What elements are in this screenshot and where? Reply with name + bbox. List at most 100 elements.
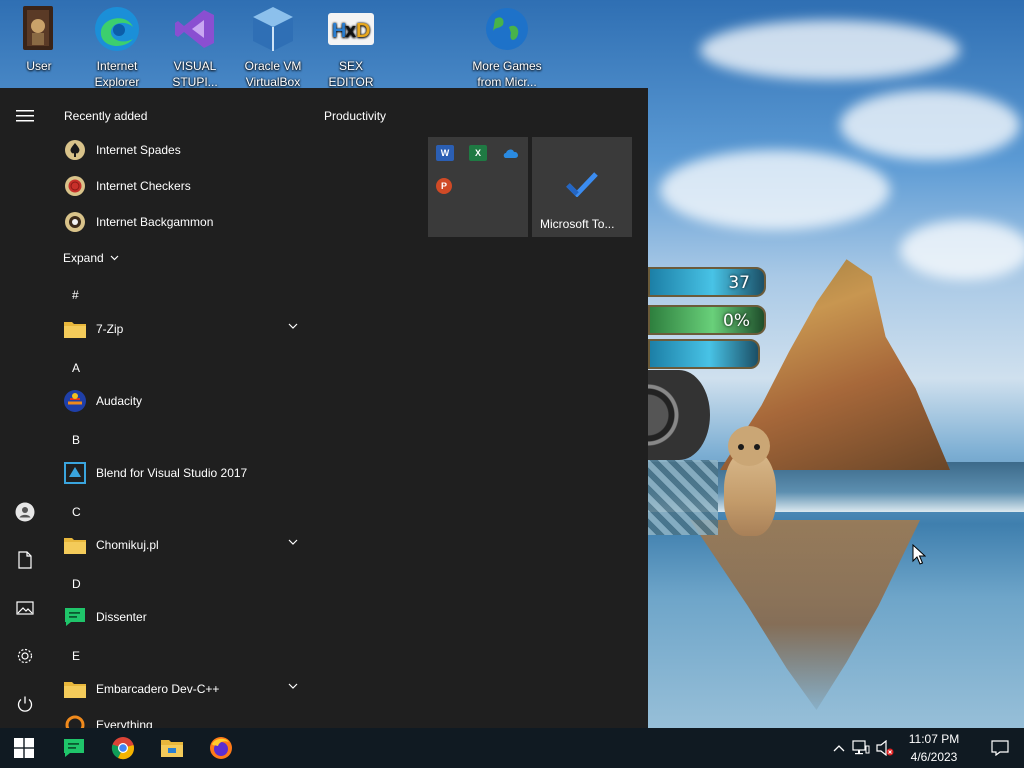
app-embarcadero-folder[interactable]: Embarcadero Dev-C++	[50, 671, 312, 707]
letter-heading-a[interactable]: A	[72, 361, 80, 375]
gear-icon	[17, 648, 33, 664]
spades-icon	[63, 138, 87, 162]
clock-date: 4/6/2023	[910, 750, 958, 764]
powerpoint-icon[interactable]: P	[436, 178, 452, 194]
desktop-icon-label: More Games	[472, 59, 542, 73]
mouse-cursor-icon	[912, 544, 926, 565]
hamburger-icon	[16, 110, 34, 122]
expand-recent-button[interactable]: Expand	[63, 248, 119, 268]
account-button[interactable]	[0, 490, 50, 534]
taskbar-dissenter[interactable]	[50, 728, 98, 768]
notification-icon	[991, 740, 1009, 756]
letter-heading-hash[interactable]: #	[72, 288, 79, 302]
hxd-icon: HxD	[326, 4, 376, 54]
app-internet-checkers[interactable]: Internet Checkers	[50, 168, 312, 204]
excel-icon[interactable]: X	[469, 145, 487, 161]
desktop-icon-internet-explorer[interactable]: Internet Explorer	[78, 4, 156, 90]
checkmark-icon	[566, 172, 598, 197]
tile-label: Microsoft To...	[540, 217, 615, 231]
app-name: Dissenter	[96, 610, 147, 624]
app-name: Embarcadero Dev-C++	[96, 682, 220, 696]
hamburger-menu-button[interactable]	[0, 94, 50, 138]
desktop-icon-visual-studio[interactable]: VISUAL STUPI...	[156, 4, 234, 90]
app-name: Audacity	[96, 394, 143, 408]
tile-group-title[interactable]: Productivity	[324, 109, 386, 123]
app-everything[interactable]: Everything	[50, 707, 312, 728]
dissenter-icon	[64, 739, 84, 757]
tiles-area: Productivity W X P Microsoft To...	[312, 88, 648, 728]
visual-studio-icon	[170, 4, 220, 54]
everything-icon	[63, 713, 87, 728]
blend-icon	[63, 461, 87, 485]
volume-button[interactable]	[876, 739, 894, 757]
pictures-icon	[16, 601, 34, 615]
desktop-icon-label: Oracle VM	[244, 59, 302, 73]
globe-icon	[482, 4, 532, 54]
letter-heading-b[interactable]: B	[72, 433, 80, 447]
taskbar-chrome[interactable]	[99, 728, 147, 768]
taskbar-clock[interactable]: 11:07 PM 4/6/2023	[898, 730, 970, 766]
app-name: Chomikuj.pl	[96, 538, 159, 552]
volume-muted-icon	[876, 740, 894, 756]
app-dissenter[interactable]: Dissenter	[50, 599, 312, 635]
user-folder-icon	[14, 4, 64, 54]
expand-label: Expand	[63, 251, 104, 265]
cloud	[660, 150, 890, 230]
document-icon	[18, 551, 32, 569]
network-button[interactable]	[852, 739, 870, 757]
office-apps-tile[interactable]: W X P	[428, 137, 528, 237]
cloud	[700, 20, 960, 80]
action-center-button[interactable]	[976, 728, 1024, 768]
app-name: Everything	[96, 718, 153, 728]
letter-heading-c[interactable]: C	[72, 505, 81, 519]
desktop-icon-more-games[interactable]: More Games from Micr...	[468, 4, 546, 90]
cloud	[840, 90, 1020, 160]
documents-button[interactable]	[0, 538, 50, 582]
file-explorer-icon	[161, 740, 183, 757]
app-7zip-folder[interactable]: 7-Zip	[50, 311, 312, 347]
app-name: Internet Spades	[96, 143, 181, 157]
pictures-button[interactable]	[0, 586, 50, 630]
desktop-icon-hex-editor[interactable]: HxD SEX EDITOR	[312, 4, 390, 90]
edge-icon	[92, 4, 142, 54]
folder-icon	[63, 533, 87, 557]
rock-reflection	[690, 520, 920, 710]
app-name: Blend for Visual Studio 2017	[96, 466, 248, 480]
microsoft-todo-tile[interactable]: Microsoft To...	[532, 137, 632, 237]
audacity-icon	[63, 389, 87, 413]
app-blend-for-visual-studio[interactable]: Blend for Visual Studio 2017	[50, 455, 312, 491]
dissenter-icon	[63, 605, 87, 629]
letter-heading-d[interactable]: D	[72, 577, 81, 591]
recently-added-heading: Recently added	[64, 109, 148, 123]
settings-button[interactable]	[0, 634, 50, 678]
chevron-down-icon[interactable]	[288, 539, 298, 546]
desktop-icon-virtualbox[interactable]: Oracle VM VirtualBox	[234, 4, 312, 90]
app-internet-backgammon[interactable]: Internet Backgammon	[50, 204, 312, 240]
cpu-meter-bar: 37	[648, 267, 766, 297]
chevron-down-icon	[110, 255, 119, 261]
taskbar-file-explorer[interactable]	[148, 728, 196, 768]
svg-text:D: D	[356, 20, 370, 42]
taskbar-firefox[interactable]	[197, 728, 245, 768]
memory-meter-value: 0%	[723, 311, 750, 331]
onedrive-icon[interactable]	[502, 145, 520, 161]
chrome-icon	[111, 737, 134, 760]
clock-time: 11:07 PM	[908, 732, 960, 746]
start-menu: Recently added Internet Spades Internet …	[0, 88, 648, 728]
word-icon[interactable]: W	[436, 145, 454, 161]
user-account-icon	[15, 502, 35, 522]
power-button[interactable]	[0, 682, 50, 726]
show-hidden-icons-button[interactable]	[830, 739, 848, 757]
app-internet-spades[interactable]: Internet Spades	[50, 132, 312, 168]
app-name: 7-Zip	[96, 322, 124, 336]
desktop-icon-user[interactable]: User	[0, 4, 78, 74]
start-button[interactable]	[0, 728, 48, 768]
desktop-icon-label: VISUAL	[173, 59, 217, 73]
chevron-down-icon[interactable]	[288, 683, 298, 690]
app-chomikuj-folder[interactable]: Chomikuj.pl	[50, 527, 312, 563]
desktop-icon-label: Internet	[96, 59, 138, 73]
app-list: Recently added Internet Spades Internet …	[50, 88, 312, 728]
letter-heading-e[interactable]: E	[72, 649, 80, 663]
app-audacity[interactable]: Audacity	[50, 383, 312, 419]
chevron-down-icon[interactable]	[288, 323, 298, 330]
